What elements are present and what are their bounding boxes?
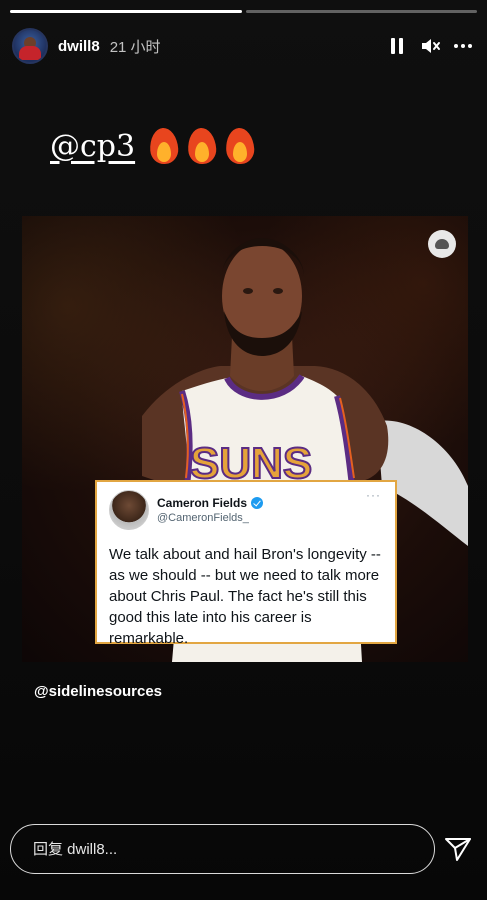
story-header: dwill8 21 小时: [12, 26, 475, 66]
fire-emoji-group: [148, 127, 256, 165]
story-viewer: dwill8 21 小时 @cp3 SUNS Cameron Fields @C…: [0, 0, 487, 900]
verified-icon: [251, 497, 264, 509]
mention-sticker[interactable]: @cp3: [50, 127, 256, 165]
tweet-handle: @CameronFields_: [157, 512, 249, 524]
progress-segment: [245, 10, 477, 13]
reply-field[interactable]: [10, 824, 435, 874]
tweet-card: Cameron Fields @CameronFields_ ··· We ta…: [95, 480, 397, 647]
music-icon[interactable]: [428, 230, 456, 258]
avatar-shirt: [19, 46, 41, 60]
more-icon: ···: [366, 488, 381, 502]
tweet-avatar: [109, 490, 149, 530]
pause-icon[interactable]: [383, 32, 411, 60]
timestamp: 21 小时: [109, 38, 161, 56]
fire-icon: [224, 127, 256, 165]
mute-icon[interactable]: [417, 32, 445, 60]
fire-icon: [186, 127, 218, 165]
story-progress: [10, 10, 477, 13]
mention-text[interactable]: @cp3: [50, 129, 135, 164]
progress-segment: [10, 10, 242, 13]
tweet-body: We talk about and hail Bron's longevity …: [109, 546, 381, 647]
tweet-author-name-text: Cameron Fields: [157, 496, 248, 510]
progress-fill: [10, 10, 242, 13]
fire-icon: [148, 127, 180, 165]
username[interactable]: dwill8: [58, 38, 100, 55]
more-icon[interactable]: [449, 32, 477, 60]
tweet-header: Cameron Fields @CameronFields_: [109, 490, 383, 530]
send-icon[interactable]: [443, 834, 473, 864]
reply-input[interactable]: [33, 840, 412, 858]
avatar[interactable]: [12, 28, 48, 64]
tweet-author-name: Cameron Fields: [157, 496, 264, 510]
source-caption[interactable]: @sidelinesources: [34, 683, 162, 700]
tweet-names: Cameron Fields @CameronFields_: [157, 496, 264, 524]
